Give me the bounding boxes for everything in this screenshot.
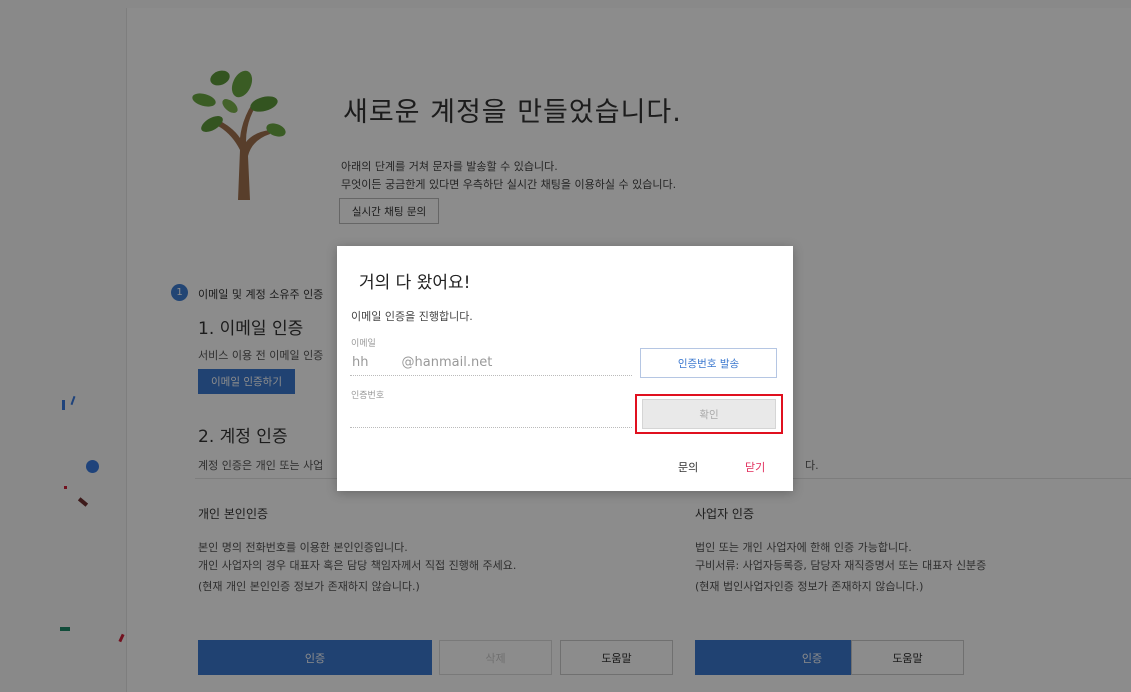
- email-field[interactable]: [350, 350, 632, 376]
- inquiry-link[interactable]: 문의: [678, 459, 698, 475]
- email-verify-dialog: 거의 다 왔어요! 이메일 인증을 진행합니다. 이메일 인증번호 발송 인증번…: [337, 246, 793, 491]
- code-field[interactable]: [350, 402, 632, 428]
- confirm-button[interactable]: 확인: [642, 399, 776, 429]
- email-label: 이메일: [351, 339, 376, 349]
- dialog-title: 거의 다 왔어요!: [359, 273, 471, 293]
- dialog-subtitle: 이메일 인증을 진행합니다.: [351, 310, 473, 323]
- send-code-button[interactable]: 인증번호 발송: [640, 348, 777, 378]
- code-label: 인증번호: [351, 391, 385, 401]
- close-link[interactable]: 닫기: [745, 459, 765, 475]
